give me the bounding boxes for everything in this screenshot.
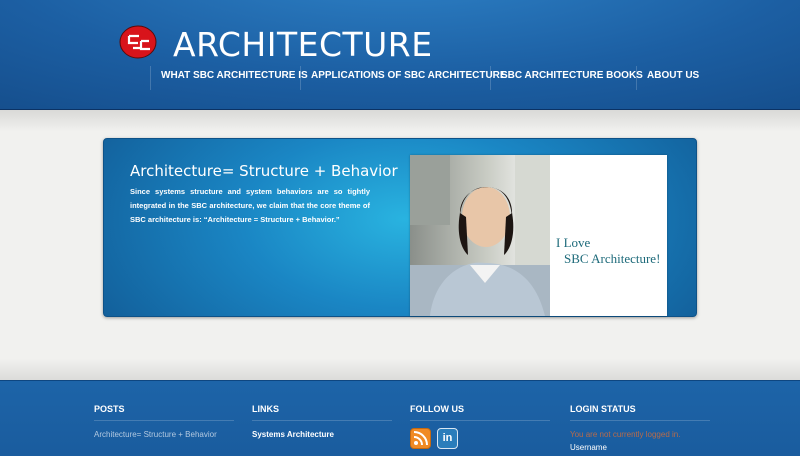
- footer-follow: FOLLOW US in: [410, 404, 550, 449]
- nav-item-applications[interactable]: APPLICATIONS OF SBC ARCHITECTURE: [300, 66, 507, 90]
- login-status-message: You are not currently logged in.: [570, 430, 681, 439]
- social-icons: in: [410, 428, 550, 449]
- main-nav: WHAT SBC ARCHITECTURE IS APPLICATIONS OF…: [150, 66, 706, 90]
- footer-posts: POSTS Architecture= Structure + Behavior: [94, 404, 234, 439]
- username-label: Username: [570, 443, 607, 452]
- nav-item-books[interactable]: SBC ARCHITECTURE BOOKS: [490, 66, 643, 90]
- sbc-logo-icon[interactable]: [118, 24, 158, 60]
- footer-posts-title: POSTS: [94, 404, 234, 421]
- rss-icon[interactable]: [410, 428, 431, 449]
- site-header: ARCHITECTURE WHAT SBC ARCHITECTURE IS AP…: [0, 0, 800, 110]
- site-title[interactable]: ARCHITECTURE: [173, 25, 433, 64]
- linkedin-icon[interactable]: in: [437, 428, 458, 449]
- nav-item-what-sbc-architecture-is[interactable]: WHAT SBC ARCHITECTURE IS: [150, 66, 308, 90]
- photo-caption: I Love SBC Architecture!: [556, 235, 660, 267]
- feature-heading[interactable]: Architecture= Structure + Behavior: [130, 162, 398, 180]
- link-systems-architecture[interactable]: Systems Architecture: [252, 430, 392, 439]
- footer-links-title: LINKS: [252, 404, 392, 421]
- post-link[interactable]: Architecture= Structure + Behavior: [94, 430, 234, 439]
- footer-login-title: LOGIN STATUS: [570, 404, 710, 421]
- footer-links: LINKS Systems Architecture: [252, 404, 392, 439]
- nav-item-about-us[interactable]: ABOUT US: [636, 66, 706, 90]
- footer-follow-title: FOLLOW US: [410, 404, 550, 421]
- feature-photo: I Love SBC Architecture!: [410, 155, 667, 316]
- photo-caption-line-2: SBC Architecture!: [564, 251, 661, 266]
- footer-login: LOGIN STATUS You are not currently logge…: [570, 404, 710, 452]
- photo-caption-line-1: I Love: [556, 235, 591, 250]
- feature-text: Since systems structure and system behav…: [130, 187, 370, 224]
